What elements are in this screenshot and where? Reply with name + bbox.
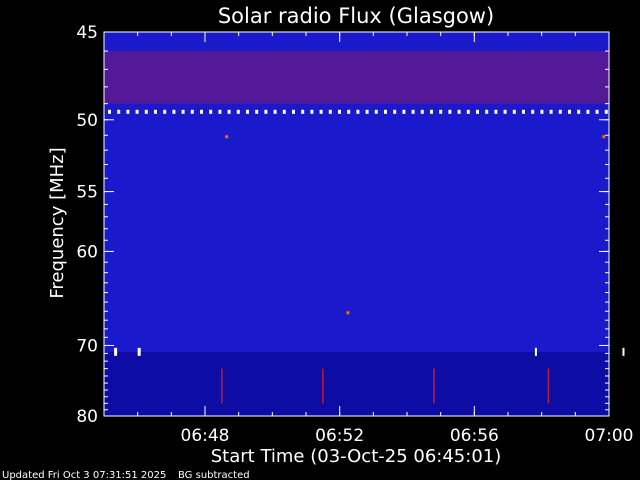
band-dot (577, 109, 581, 114)
band-dot (264, 109, 268, 114)
band-dot (448, 109, 452, 114)
band-dot (494, 109, 498, 114)
band-dot (319, 109, 323, 114)
band-dot (586, 109, 590, 114)
interference-mark (534, 347, 537, 356)
band-dot (568, 109, 571, 114)
band-dot (402, 109, 406, 114)
band-dot (512, 109, 516, 114)
band-dot (108, 109, 111, 114)
x-tick-label: 06:56 (450, 426, 499, 446)
band-dot (135, 109, 139, 114)
band-dot (144, 109, 148, 114)
band-dot (476, 109, 479, 114)
band-dot (126, 109, 130, 114)
band-dot (466, 109, 470, 114)
burst-spot (602, 135, 606, 139)
band-dot (595, 109, 599, 114)
y-tick-label: 55 (76, 183, 98, 203)
band-dot (209, 109, 213, 114)
x-axis-label: Start Time (03-Oct-25 06:45:01) (211, 446, 502, 467)
interference-mark (622, 347, 625, 356)
y-tick-label: 50 (76, 111, 98, 131)
band-dot (236, 109, 240, 114)
y-axis-label: Frequency [MHz] (47, 147, 68, 298)
band-dot (393, 109, 397, 114)
band-dot (338, 109, 341, 114)
chart-canvas: 45 50 55 60 70 80 06:48 06:52 06:56 07:00 Solar r… (2, 4, 634, 480)
footer-updated: Updated Fri Oct 3 07:31:51 2025 (2, 470, 166, 480)
band-dot (246, 109, 249, 114)
band-dot (181, 109, 185, 114)
band-dot (411, 109, 415, 114)
footer-note: BG subtracted (178, 470, 250, 480)
y-tick-label: 60 (76, 242, 98, 262)
x-tick-label: 07:00 (585, 426, 634, 446)
band-dot (356, 109, 360, 114)
band-dot (154, 109, 157, 114)
interference-mark (137, 347, 141, 356)
band-dot (549, 109, 553, 114)
band-dot (172, 109, 176, 114)
x-tick-label: 06:48 (181, 426, 230, 446)
band-dot (374, 109, 378, 114)
band-dot (273, 109, 277, 114)
band-dot (218, 109, 222, 114)
interference-band (104, 51, 609, 104)
band-dot (282, 109, 286, 114)
band-dot (117, 109, 121, 114)
band-dot (457, 109, 461, 114)
burst-spot (346, 311, 350, 315)
spectrogram-area (104, 32, 625, 416)
low-frequency-region (104, 351, 609, 416)
band-dot (200, 109, 203, 114)
band-dot (384, 109, 387, 114)
band-dot (347, 109, 351, 114)
band-dot (301, 109, 305, 114)
chart-title: Solar radio Flux (Glasgow) (218, 4, 494, 28)
band-dot (365, 109, 369, 114)
band-dot (420, 109, 424, 114)
band-dot (430, 109, 433, 114)
band-dot (540, 109, 544, 114)
band-dot (163, 109, 167, 114)
band-dot (522, 109, 525, 114)
x-tick-label: 06:52 (315, 426, 364, 446)
band-dot (255, 109, 259, 114)
band-dot (558, 109, 562, 114)
band-dot (328, 109, 332, 114)
band-dot (227, 109, 231, 114)
y-tick-label: 45 (76, 23, 98, 43)
band-dot (485, 109, 489, 114)
interference-mark (114, 347, 118, 356)
band-dot (439, 109, 443, 114)
burst-spot (225, 135, 229, 139)
band-dot (190, 109, 194, 114)
band-dot (503, 109, 507, 114)
y-tick-label: 80 (76, 407, 98, 427)
band-dot (604, 109, 608, 114)
band-dot (531, 109, 535, 114)
band-dot (310, 109, 314, 114)
y-tick-label: 70 (76, 336, 98, 356)
band-dot (292, 109, 295, 114)
